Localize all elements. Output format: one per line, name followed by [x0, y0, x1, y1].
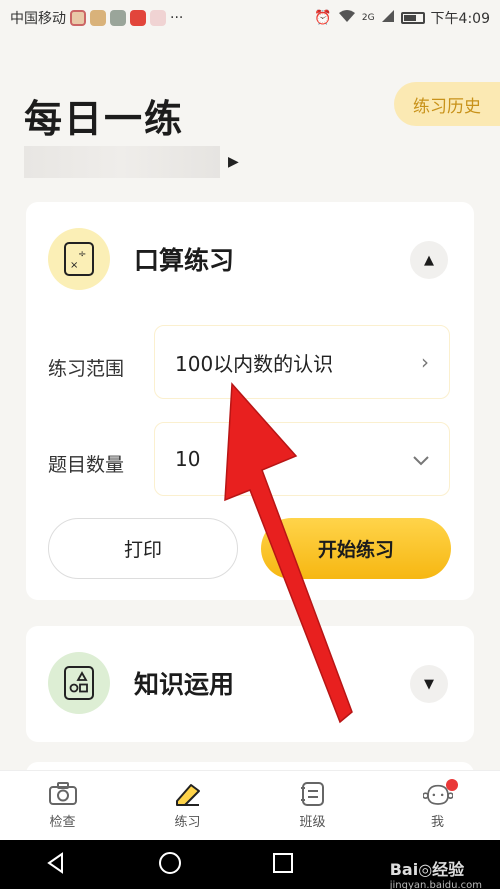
chevron-right-icon: ›: [421, 350, 429, 374]
tab-label: 练习: [174, 815, 201, 830]
alarm-icon: ⏰: [314, 10, 332, 26]
card-title: 知识运用: [134, 670, 235, 699]
camera-icon: [48, 781, 78, 807]
recents-icon[interactable]: [272, 852, 294, 878]
watermark-url: jingyan.baidu.com: [389, 880, 482, 889]
pencil-icon: [173, 781, 203, 807]
page-title: 每日一练: [24, 97, 185, 141]
carrier-name: 中国移动: [10, 11, 66, 27]
network-type: 2G: [361, 13, 375, 23]
print-button[interactable]: 打印: [48, 518, 238, 579]
tab-class[interactable]: 班级: [250, 771, 375, 840]
tab-check[interactable]: 检查: [0, 771, 125, 840]
practice-range-value: 100以内数的认识: [175, 351, 334, 376]
grade-selector[interactable]: ▶: [24, 146, 239, 178]
card-header: 知识运用: [48, 652, 234, 714]
question-count-value: 10: [175, 447, 201, 471]
shapes-icon: [48, 652, 110, 714]
class-list-icon: [298, 781, 328, 807]
oral-arithmetic-card: ÷ × 口算练习 ▲ 练习范围 100以内数的认识 › 题目数量 10 打印 开…: [26, 202, 474, 600]
tab-label: 我: [430, 815, 444, 830]
home-icon[interactable]: [158, 851, 182, 879]
question-count-select[interactable]: 10: [154, 422, 450, 496]
caret-down-icon: ▼: [424, 676, 434, 692]
tab-me[interactable]: 我: [375, 771, 500, 840]
status-bar: 中国移动 ··· ⏰ 2G 下午4:09: [0, 0, 500, 36]
tab-practice[interactable]: 练习: [125, 771, 250, 840]
tab-label: 检查: [49, 815, 76, 830]
watermark-logo: Bai◎经验 jingyan.baidu.com: [390, 856, 482, 889]
signal-icon: [381, 9, 395, 27]
calculator-icon: ÷ ×: [48, 228, 110, 290]
watermark-brand: Bai◎经验: [389, 860, 465, 879]
svg-text:÷: ÷: [78, 249, 86, 260]
question-count-label: 题目数量: [48, 454, 125, 476]
card-header[interactable]: ÷ × 口算练习: [48, 228, 234, 290]
app-notification-icon: [110, 10, 126, 26]
wifi-icon: [338, 9, 356, 27]
back-icon[interactable]: [45, 851, 67, 878]
expand-button[interactable]: ▼: [410, 665, 448, 703]
practice-range-select[interactable]: 100以内数的认识 ›: [154, 325, 450, 399]
app-notification-icon: [70, 10, 86, 26]
location-pin-icon: [150, 10, 166, 26]
caret-up-icon: ▲: [424, 252, 434, 268]
knowledge-application-card[interactable]: 知识运用 ▼: [26, 626, 474, 742]
practice-history-button[interactable]: 练习历史: [394, 82, 500, 126]
card-title: 口算练习: [134, 246, 235, 275]
tab-label: 班级: [299, 815, 326, 830]
more-notifications-icon: ···: [170, 10, 184, 26]
battery-icon: [400, 12, 425, 24]
clock-time: 下午4:09: [430, 11, 490, 27]
svg-text:×: ×: [70, 260, 78, 271]
practice-range-label: 练习范围: [48, 358, 125, 380]
caret-right-icon: ▶: [228, 154, 239, 170]
bottom-tab-bar: 检查 练习 班级 我: [0, 770, 500, 840]
chevron-down-icon: [413, 447, 429, 471]
app-notification-icon: [130, 10, 146, 26]
collapse-button[interactable]: ▲: [410, 241, 448, 279]
notification-badge: [446, 779, 458, 791]
app-notification-icon: [90, 10, 106, 26]
start-practice-button[interactable]: 开始练习: [261, 518, 451, 579]
blurred-grade-text: [24, 146, 220, 178]
